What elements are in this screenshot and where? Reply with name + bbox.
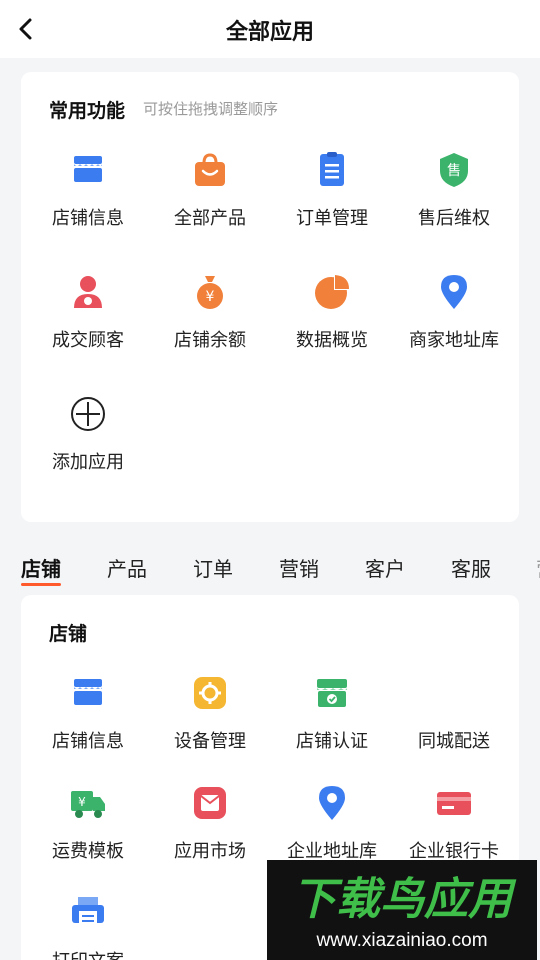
tab-customers[interactable]: 客户 <box>365 553 405 582</box>
freight-truck-icon: ¥ <box>71 791 105 818</box>
app-label: 订单管理 <box>296 208 368 229</box>
customer-icon <box>74 276 102 308</box>
app-label: 店铺信息 <box>52 208 124 229</box>
app-print-copy[interactable]: 打印文案 <box>27 893 149 960</box>
category-tabs: 店铺 产品 订单 营销 客户 客服 营 <box>0 545 540 587</box>
svg-text:¥: ¥ <box>78 795 86 809</box>
app-customers[interactable]: 成交顾客 <box>27 272 149 352</box>
app-label: 成交顾客 <box>52 330 124 351</box>
app-all-products[interactable]: 全部产品 <box>149 150 271 230</box>
pie-chart-icon <box>315 275 349 309</box>
app-label: 店铺信息 <box>52 731 124 752</box>
after-sales-shield-icon: 售 <box>440 153 468 187</box>
app-label: 添加应用 <box>52 452 124 473</box>
app-label: 商家地址库 <box>409 330 499 351</box>
gear-icon <box>194 677 226 709</box>
app-label: 数据概览 <box>296 330 368 351</box>
app-app-market[interactable]: 应用市场 <box>149 783 271 863</box>
svg-text:¥: ¥ <box>206 289 215 305</box>
app-label: 打印文案 <box>27 947 149 960</box>
tab-orders[interactable]: 订单 <box>193 553 233 582</box>
app-enterprise-address[interactable]: 企业地址库 <box>271 783 393 863</box>
app-store-balance[interactable]: ¥ 店铺余额 <box>149 272 271 352</box>
bank-card-icon <box>437 792 471 815</box>
tab-more[interactable]: 营 <box>536 553 540 582</box>
store-icon <box>74 156 102 182</box>
app-after-sales[interactable]: 售 售后维权 <box>393 150 515 230</box>
tab-store[interactable]: 店铺 <box>21 553 61 586</box>
app-label: 设备管理 <box>174 731 246 752</box>
app-order-management[interactable]: 订单管理 <box>271 150 393 230</box>
app-market-icon <box>194 787 226 819</box>
nav-bar: 全部应用 <box>0 0 540 58</box>
location-pin-icon <box>319 786 345 820</box>
app-add[interactable]: 添加应用 <box>27 394 149 474</box>
watermark: 下载鸟应用 www.xiazainiao.com <box>267 860 537 960</box>
watermark-logo: 下载鸟应用 <box>292 874 517 925</box>
app-store-verification[interactable]: 店铺认证 <box>271 673 393 753</box>
common-functions-card: 常用功能 可按住拖拽调整顺序 店铺信息 全部产品 订单管理 售 售后维权 成交顾… <box>21 72 519 522</box>
app-label: 运费模板 <box>52 841 124 862</box>
app-data-overview[interactable]: 数据概览 <box>271 272 393 352</box>
svg-text:售: 售 <box>447 163 461 179</box>
delivery-icon <box>434 673 474 713</box>
store-verified-icon <box>317 679 347 707</box>
app-local-delivery[interactable]: 同城配送 <box>393 673 515 753</box>
app-label: 同城配送 <box>418 731 490 752</box>
app-store-info[interactable]: 店铺信息 <box>27 150 149 230</box>
app-label: 店铺认证 <box>296 731 368 752</box>
tab-customer-service[interactable]: 客服 <box>451 553 491 582</box>
add-circle-icon <box>71 397 105 431</box>
svg-text:下载鸟应用: 下载鸟应用 <box>292 874 517 925</box>
app-merchant-address[interactable]: 商家地址库 <box>393 272 515 352</box>
tab-products[interactable]: 产品 <box>107 553 147 582</box>
location-pin-icon <box>441 275 467 309</box>
app-label: 应用市场 <box>174 841 246 862</box>
store-icon <box>74 679 102 705</box>
app-freight-template[interactable]: ¥ 运费模板 <box>27 783 149 863</box>
section-title: 常用功能 <box>49 100 126 122</box>
money-bag-icon: ¥ <box>197 276 223 309</box>
app-label: 全部产品 <box>174 208 246 229</box>
section-title: 店铺 <box>49 623 88 645</box>
app-enterprise-bank-card[interactable]: 企业银行卡 <box>393 783 515 863</box>
app-device-management[interactable]: 设备管理 <box>149 673 271 753</box>
app-label: 售后维权 <box>418 208 490 229</box>
shopping-bag-icon <box>195 153 225 186</box>
drag-hint: 可按住拖拽调整顺序 <box>143 100 279 118</box>
watermark-url: www.xiazainiao.com <box>316 930 488 951</box>
clipboard-icon <box>320 152 344 186</box>
page-title: 全部应用 <box>225 20 314 45</box>
tab-marketing[interactable]: 营销 <box>279 553 319 582</box>
printer-icon <box>72 897 104 927</box>
app-label: 店铺余额 <box>174 330 246 351</box>
app-store-info[interactable]: 店铺信息 <box>27 673 149 753</box>
